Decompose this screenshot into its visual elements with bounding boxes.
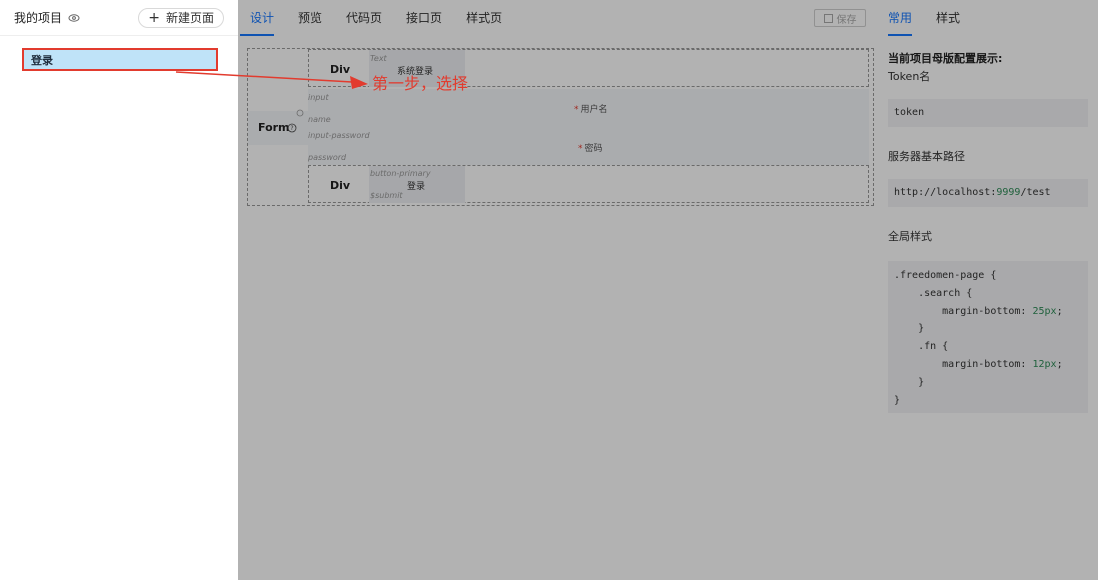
tab-api[interactable]: 接口页 — [394, 0, 454, 36]
help-icon: ? — [287, 123, 297, 133]
token-field[interactable]: token — [888, 99, 1088, 127]
login-button-text: 登录 — [407, 182, 426, 192]
new-page-button[interactable]: + 新建页面 — [138, 7, 224, 28]
tab-style[interactable]: 样式页 — [454, 0, 514, 36]
save-label: 保存 — [836, 14, 857, 26]
tab-code[interactable]: 代码页 — [334, 0, 394, 36]
config-tabs: 常用 样式 — [878, 0, 1098, 36]
editor-main: 设计 预览 代码页 接口页 样式页 保存 Div Text 系统登录 Form … — [238, 0, 1098, 580]
plus-icon: + — [148, 9, 160, 26]
form-item-password[interactable]: input-password password * 密码 — [308, 127, 869, 165]
editor-tabs: 设计 预览 代码页 接口页 样式页 — [238, 0, 514, 36]
submit-hint: $submit — [370, 191, 403, 200]
password-name-hint: password — [308, 153, 347, 162]
page-item-label: 登录 — [31, 53, 53, 67]
base-path-label: 服务器基本路径 — [888, 150, 965, 163]
password-label: * 密码 — [578, 144, 603, 154]
save-button[interactable]: 保存 — [814, 9, 866, 27]
tab-preview[interactable]: 预览 — [286, 0, 334, 36]
eye-icon[interactable] — [68, 12, 80, 24]
button-hint: button-primary — [370, 169, 431, 178]
tab-common[interactable]: 常用 — [888, 0, 913, 36]
global-style-label: 全局样式 — [888, 230, 932, 243]
token-label: Token名 — [888, 70, 931, 83]
new-page-label: 新建页面 — [165, 11, 214, 25]
base-path-field[interactable]: http://localhost:9999/test — [888, 179, 1088, 207]
project-sidebar: 我的项目 + 新建页面 登录 — [0, 0, 238, 580]
config-panel: 常用 样式 当前项目母版配置展示: Token名 token 服务器基本路径 h… — [878, 0, 1098, 580]
annotation-text: 第一步，选择 — [372, 74, 469, 93]
design-canvas[interactable]: Div Text 系统登录 Form ? input name * 用户名 inp… — [247, 48, 874, 206]
tab-style-config[interactable]: 样式 — [936, 0, 960, 36]
form-label: Form — [258, 121, 290, 134]
password-hint: input-password — [308, 131, 370, 140]
div-label-2: Div — [330, 179, 351, 192]
svg-text:?: ? — [290, 125, 293, 132]
save-icon — [823, 13, 833, 23]
settings-icon — [296, 109, 304, 117]
form-item-username[interactable]: input name * 用户名 — [308, 89, 869, 127]
name-hint: name — [308, 115, 331, 124]
input-hint: input — [308, 93, 329, 102]
button-component[interactable]: button-primary 登录 $submit — [369, 166, 465, 203]
text-hint: Text — [370, 54, 387, 63]
page-item-login[interactable]: 登录 — [22, 48, 218, 71]
global-style-editor[interactable]: .freedomen-page { .search { margin-botto… — [888, 261, 1088, 413]
username-label: * 用户名 — [574, 105, 608, 115]
sidebar-title: 我的项目 — [14, 11, 63, 25]
config-heading: 当前项目母版配置展示: — [888, 52, 1003, 65]
sidebar-header: 我的项目 + 新建页面 — [0, 0, 238, 36]
div-component-button[interactable]: Div button-primary 登录 $submit — [308, 165, 869, 203]
tab-design[interactable]: 设计 — [238, 0, 286, 36]
div-label: Div — [330, 63, 351, 76]
